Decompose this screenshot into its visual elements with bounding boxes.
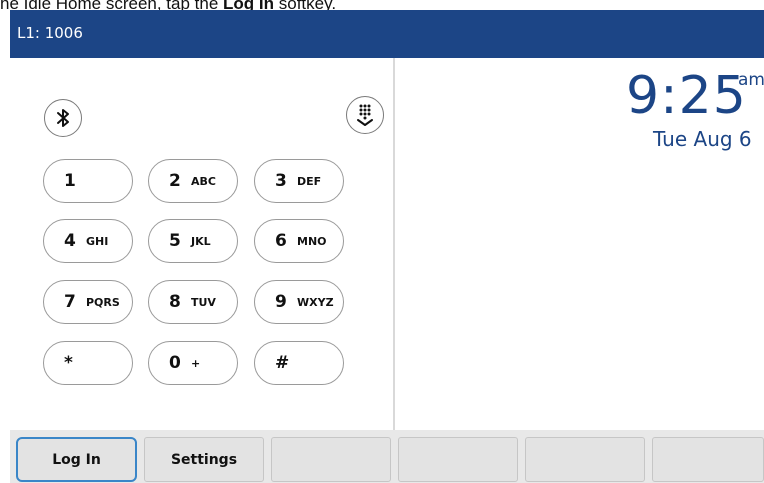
key-letters: MNO <box>297 235 327 248</box>
dialpad-key-2[interactable]: 2 ABC <box>148 159 238 203</box>
key-digit: 3 <box>275 171 287 191</box>
dialpad-key-7[interactable]: 7 PQRS <box>43 280 133 324</box>
login-softkey[interactable]: Log In <box>16 437 137 482</box>
softkey-3[interactable] <box>271 437 391 482</box>
softkey-5[interactable] <box>525 437 645 482</box>
dialpad-key-1[interactable]: 1 <box>43 159 133 203</box>
settings-softkey[interactable]: Settings <box>144 437 264 482</box>
dialpad-key-star[interactable]: * <box>43 341 133 385</box>
clock-ampm: am <box>738 70 764 90</box>
dialpad-key-4[interactable]: 4 GHI <box>43 219 133 263</box>
key-letters: + <box>191 357 201 370</box>
dialpad-key-9[interactable]: 9 WXYZ <box>254 280 344 324</box>
key-digit: 8 <box>169 292 181 312</box>
bluetooth-icon[interactable] <box>44 99 82 137</box>
dialpad-key-3[interactable]: 3 DEF <box>254 159 344 203</box>
key-letters: ABC <box>191 175 216 188</box>
dialpad-key-6[interactable]: 6 MNO <box>254 219 344 263</box>
key-digit: 2 <box>169 171 181 191</box>
key-letters: DEF <box>297 175 322 188</box>
key-letters: GHI <box>86 235 109 248</box>
softkey-4[interactable] <box>398 437 518 482</box>
key-letters: JKL <box>191 235 211 248</box>
key-digit: # <box>275 353 290 373</box>
caption-prefix: he Idle Home screen, tap the <box>0 0 224 10</box>
clock-date: Tue Aug 6 <box>653 127 752 151</box>
panel-divider <box>393 58 395 430</box>
softkey-6[interactable] <box>652 437 764 482</box>
dialpad-key-5[interactable]: 5 JKL <box>148 219 238 263</box>
key-digit: 4 <box>64 231 76 251</box>
key-digit: 7 <box>64 292 76 312</box>
key-letters: WXYZ <box>297 296 334 309</box>
key-digit: 6 <box>275 231 287 251</box>
key-digit: 5 <box>169 231 181 251</box>
instruction-caption: he Idle Home screen, tap the Log In soft… <box>0 0 764 10</box>
key-letters: TUV <box>191 296 216 309</box>
dialpad-key-hash[interactable]: # <box>254 341 344 385</box>
line-label: L1: 1006 <box>17 24 83 42</box>
caption-bold: Log In <box>223 0 275 10</box>
clock-time: 9:25 <box>626 66 747 126</box>
status-bar: L1: 1006 <box>10 10 764 58</box>
key-digit: 1 <box>64 171 76 191</box>
caption-suffix: softkey. <box>274 0 337 10</box>
dialpad-key-0[interactable]: 0 + <box>148 341 238 385</box>
key-letters: PQRS <box>86 296 120 309</box>
key-digit: * <box>64 353 73 373</box>
key-digit: 9 <box>275 292 287 312</box>
dialpad-key-8[interactable]: 8 TUV <box>148 280 238 324</box>
key-digit: 0 <box>169 353 181 373</box>
dialpad-collapse-icon[interactable] <box>346 96 384 134</box>
